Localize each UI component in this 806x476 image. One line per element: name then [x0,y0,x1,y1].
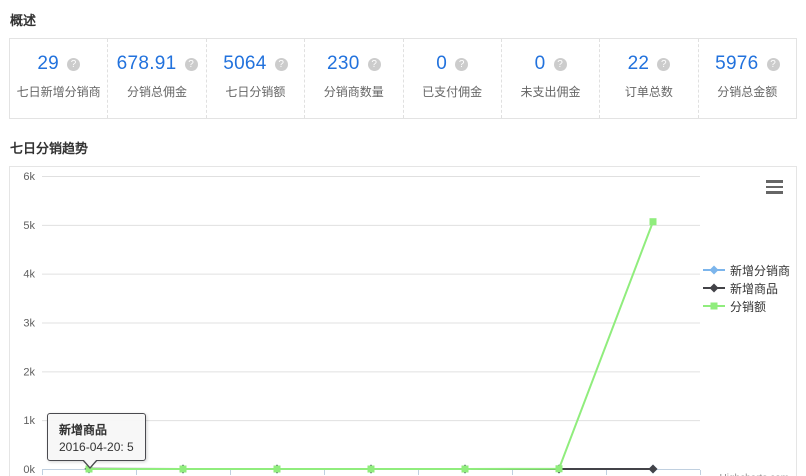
stat-value: 0 [535,53,546,75]
stat-label: 分销总佣金 [108,83,205,100]
stat-label: 订单总数 [600,83,697,100]
y-axis-label: 2k [23,366,35,378]
y-axis-label: 6k [23,171,35,183]
legend-item-0[interactable]: 新增分销商 [703,261,790,279]
stat-card-1: 678.91? 分销总佣金 [107,39,205,118]
chart-export-menu-button[interactable] [766,180,783,194]
hamburger-icon [766,186,783,189]
stat-label: 分销商数量 [305,83,402,100]
chart-legend: 新增分销商新增商品分销额 [703,261,790,315]
help-icon[interactable]: ? [275,58,288,71]
chart-marker[interactable] [368,466,375,473]
chart-marker[interactable] [462,466,469,473]
help-icon[interactable]: ? [767,58,780,71]
trend-chart: 0k1k2k3k4k5k6k2016-04-202016-04-192016-0… [9,166,797,476]
chart-marker[interactable] [649,465,658,474]
stat-label: 未支出佣金 [502,83,599,100]
stat-card-2: 5064? 七日分销额 [206,39,304,118]
legend-marker-icon [703,264,725,276]
help-icon[interactable]: ? [455,58,468,71]
stat-value: 29 [37,53,59,75]
stat-label: 七日新增分销商 [10,83,107,100]
legend-marker-icon [703,282,725,294]
stat-card-3: 230? 分销商数量 [304,39,402,118]
tooltip-value: 2016-04-20: 5 [59,440,134,454]
hamburger-icon [766,180,783,183]
stat-card-5: 0? 未支出佣金 [501,39,599,118]
dashboard-page: 概述 29? 七日新增分销商 678.91? 分销总佣金 5064? 七日分销额 230? 分… [0,0,806,476]
chart-marker[interactable] [650,218,657,225]
help-icon[interactable]: ? [657,58,670,71]
chart-marker[interactable] [556,465,563,472]
hamburger-icon [766,191,783,194]
overview-title: 概述 [10,10,797,29]
y-axis-label: 5k [23,220,35,232]
chart-marker[interactable] [274,466,281,473]
help-icon[interactable]: ? [185,58,198,71]
legend-label: 新增分销商 [730,262,790,279]
help-icon[interactable]: ? [554,58,567,71]
legend-marker-icon [703,300,725,312]
help-icon[interactable]: ? [368,58,381,71]
stat-value: 678.91 [117,53,177,75]
stat-value: 22 [628,53,650,75]
y-axis-label: 4k [23,269,35,281]
stat-value: 5064 [223,53,266,75]
legend-label: 分销额 [730,298,766,315]
stat-value: 5976 [715,53,758,75]
chart-marker[interactable] [180,466,187,473]
stat-label: 七日分销额 [207,83,304,100]
y-axis-label: 1k [23,415,35,427]
stat-value: 230 [327,53,360,75]
legend-label: 新增商品 [730,280,778,297]
trend-section-title: 七日分销趋势 [10,138,797,157]
tooltip-series-name: 新增商品 [59,421,134,438]
stat-card-6: 22? 订单总数 [599,39,697,118]
stat-label: 分销总金额 [699,83,796,100]
stat-card-0: 29? 七日新增分销商 [10,39,107,118]
stat-value: 0 [436,53,447,75]
stat-card-4: 0? 已支付佣金 [403,39,501,118]
help-icon[interactable]: ? [67,58,80,71]
legend-item-2[interactable]: 分销额 [703,297,790,315]
y-axis-label: 3k [23,318,35,330]
stats-panel: 29? 七日新增分销商 678.91? 分销总佣金 5064? 七日分销额 230? 分销商数… [9,38,797,119]
stat-label: 已支付佣金 [404,83,501,100]
stat-card-7: 5976? 分销总金额 [698,39,796,118]
y-axis-label: 0k [23,464,35,476]
chart-tooltip: 新增商品 2016-04-20: 5 [47,413,146,461]
legend-item-1[interactable]: 新增商品 [703,279,790,297]
